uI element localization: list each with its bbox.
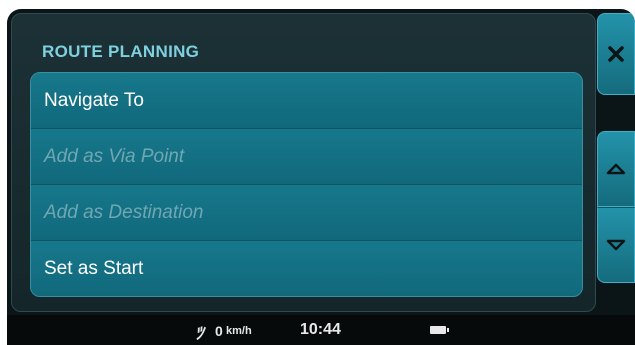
- status-bar: ﾂ 0 km/h 10:44: [7, 315, 635, 345]
- battery-icon: [430, 326, 446, 334]
- speed-unit: km/h: [226, 325, 252, 337]
- close-button[interactable]: [597, 13, 635, 95]
- close-icon: [608, 46, 624, 62]
- battery-tip: [447, 328, 449, 332]
- scroll-up-button[interactable]: [597, 131, 635, 207]
- panel-title: ROUTE PLANNING: [42, 42, 200, 61]
- menu-item-add-destination: Add as Destination: [31, 185, 582, 241]
- speed-icon: ﾂ: [195, 324, 204, 343]
- menu-item-navigate-to[interactable]: Navigate To: [31, 73, 582, 129]
- scroll-down-button[interactable]: [597, 207, 635, 283]
- device-screen: ROUTE PLANNING Navigate To Add as Via Po…: [7, 9, 635, 345]
- menu-item-set-as-start[interactable]: Set as Start: [31, 241, 582, 296]
- speed-value: 0: [215, 323, 223, 339]
- chevron-down-icon: [606, 239, 626, 251]
- menu-item-add-via-point: Add as Via Point: [31, 129, 582, 185]
- route-planning-panel: ROUTE PLANNING Navigate To Add as Via Po…: [11, 13, 596, 312]
- clock: 10:44: [300, 321, 341, 338]
- chevron-up-icon: [606, 163, 626, 175]
- route-planning-menu: Navigate To Add as Via Point Add as Dest…: [30, 72, 583, 297]
